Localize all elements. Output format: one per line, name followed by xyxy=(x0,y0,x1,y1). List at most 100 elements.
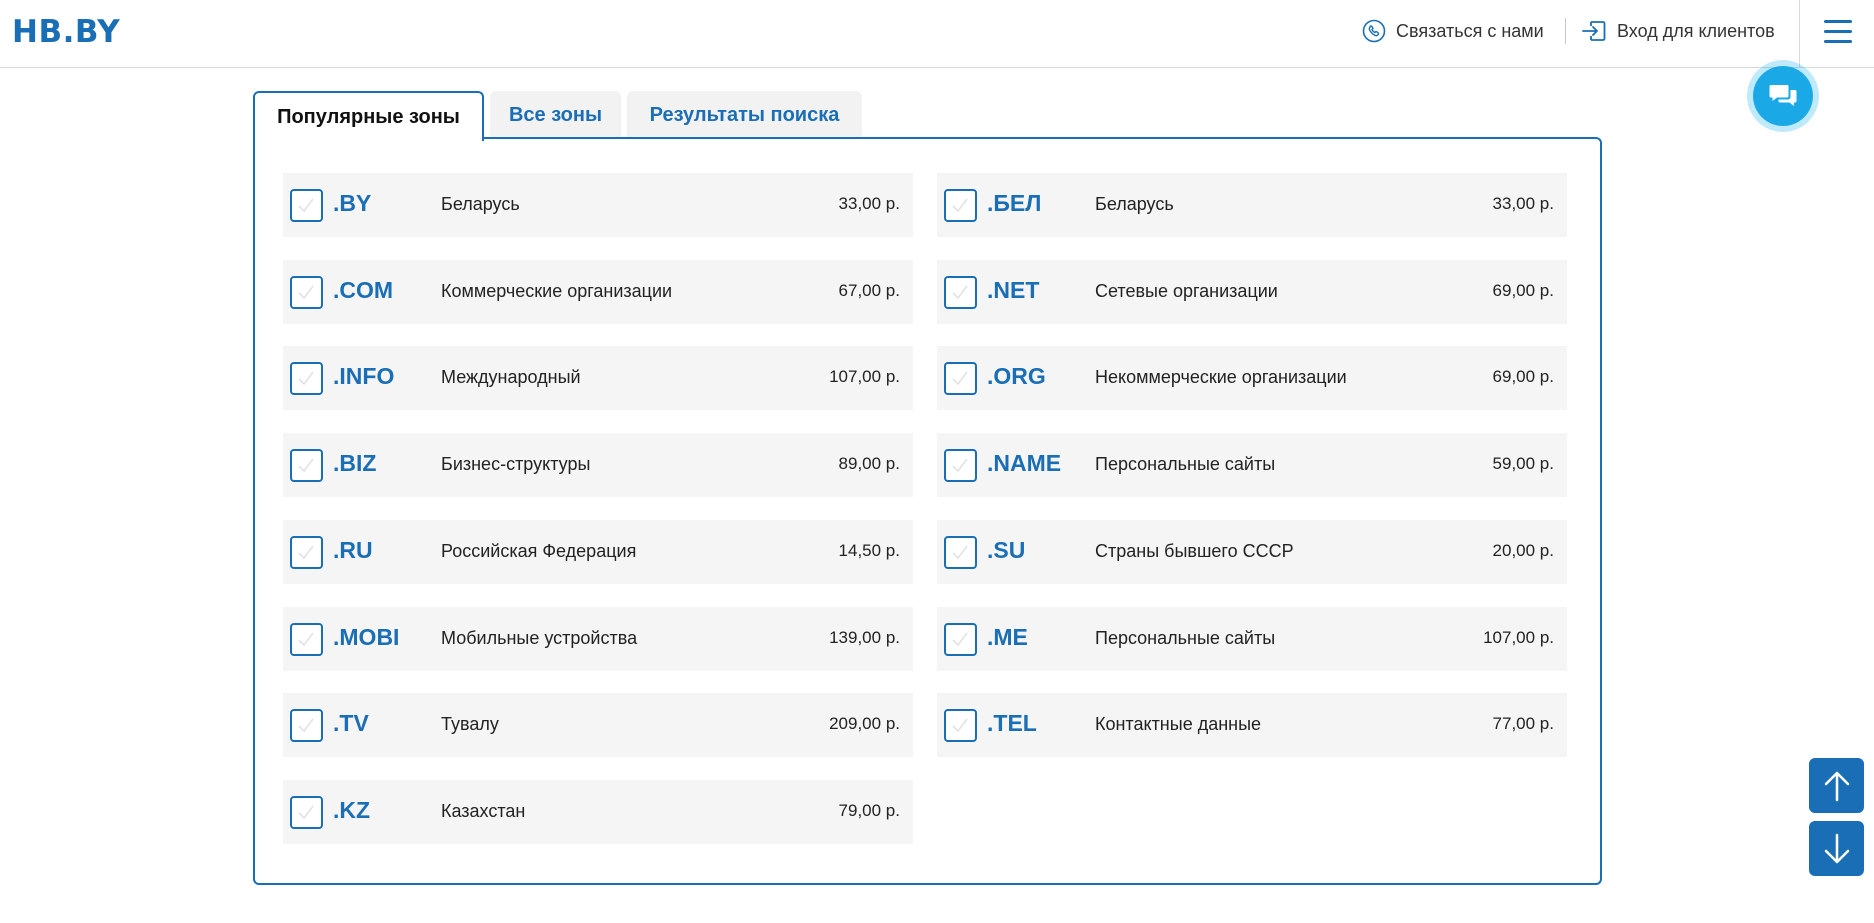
zone-row[interactable]: .BIZ Бизнес-структуры 89,00 р. xyxy=(283,433,913,497)
checkmark-icon xyxy=(952,285,968,300)
checkmark-icon xyxy=(952,545,968,560)
zone-row[interactable]: .RU Российская Федерация 14,50 р. xyxy=(283,520,913,584)
zone-checkbox[interactable] xyxy=(944,536,977,569)
zone-description: Сетевые организации xyxy=(1095,281,1278,301)
zone-checkbox[interactable] xyxy=(290,189,323,222)
chat-button[interactable] xyxy=(1747,60,1819,132)
zone-row[interactable]: .BY Беларусь 33,00 р. xyxy=(283,173,913,237)
checkmark-icon xyxy=(298,285,314,300)
zone-row[interactable]: .ME Персональные сайты 107,00 р. xyxy=(937,607,1567,671)
checkmark-icon xyxy=(298,718,314,733)
checkmark-icon xyxy=(952,198,968,213)
checkmark-icon xyxy=(952,458,968,473)
zone-description: Международный xyxy=(441,367,581,387)
zone-price: 77,00 р. xyxy=(1492,714,1554,733)
checkmark-icon xyxy=(298,198,314,213)
zone-description: Мобильные устройства xyxy=(441,628,638,648)
zone-price: 69,00 р. xyxy=(1492,367,1554,386)
zone-description: Бизнес-структуры xyxy=(441,454,591,474)
zone-description: Тувалу xyxy=(441,714,499,734)
zone-checkbox[interactable] xyxy=(944,189,977,222)
tab-search-results[interactable]: Результаты поиска xyxy=(627,91,862,139)
zone-description: Некоммерческие организации xyxy=(1095,367,1347,387)
zone-checkbox[interactable] xyxy=(290,362,323,395)
zone-description: Коммерческие организации xyxy=(441,281,673,301)
zone-checkbox[interactable] xyxy=(944,709,977,742)
zone-price: 69,00 р. xyxy=(1492,281,1554,300)
checkmark-icon xyxy=(298,371,314,386)
zone-price: 33,00 р. xyxy=(1492,194,1554,213)
zone-price: 67,00 р. xyxy=(838,281,900,300)
zone-price: 79,00 р. xyxy=(838,801,900,820)
checkmark-icon xyxy=(952,718,968,733)
scroll-down-button[interactable] xyxy=(1809,821,1864,876)
zone-price: 139,00 р. xyxy=(829,628,900,647)
zone-description: Персональные сайты xyxy=(1095,454,1276,474)
zone-price: 107,00 р. xyxy=(829,367,900,386)
header-divider xyxy=(1565,18,1566,44)
login-icon xyxy=(1582,21,1606,41)
site-header: HB.BY Связаться с нами Вход для клиентов xyxy=(0,0,1874,68)
zone-name: .BY xyxy=(333,190,372,216)
zone-row[interactable]: .БЕЛ Беларусь 33,00 р. xyxy=(937,173,1567,237)
zone-checkbox[interactable] xyxy=(944,362,977,395)
zone-checkbox[interactable] xyxy=(944,449,977,482)
zones-panel: .BY Беларусь 33,00 р. .БЕЛ Беларусь 33,00 р..… xyxy=(253,137,1602,885)
zone-name: .INFO xyxy=(333,363,395,389)
client-login-link[interactable]: Вход для клиентов xyxy=(1581,19,1775,43)
zone-checkbox[interactable] xyxy=(290,276,323,309)
zone-checkbox[interactable] xyxy=(944,276,977,309)
hamburger-menu-icon[interactable] xyxy=(1824,20,1852,44)
zone-row[interactable]: .COM Коммерческие организации 67,00 р. xyxy=(283,260,913,324)
zone-description: Персональные сайты xyxy=(1095,628,1276,648)
zone-name: .ORG xyxy=(987,363,1046,389)
zone-description: Казахстан xyxy=(441,801,526,821)
zone-price: 209,00 р. xyxy=(829,714,900,733)
zone-row[interactable]: .MOBI Мобильные устройства 139,00 р. xyxy=(283,607,913,671)
tab-label: Все зоны xyxy=(508,103,603,126)
contact-label: Связаться с нами xyxy=(1396,20,1544,41)
zone-row[interactable]: .NAME Персональные сайты 59,00 р. xyxy=(937,433,1567,497)
zone-checkbox[interactable] xyxy=(290,623,323,656)
tab-all-zones[interactable]: Все зоны xyxy=(490,91,621,139)
checkmark-icon xyxy=(298,632,314,647)
site-logo[interactable]: HB.BY xyxy=(12,14,120,50)
zone-row[interactable]: .SU Страны бывшего СССР 20,00 р. xyxy=(937,520,1567,584)
zone-name: .NET xyxy=(987,277,1040,303)
scroll-up-button[interactable] xyxy=(1809,758,1864,813)
zone-name: .MOBI xyxy=(333,624,400,650)
tab-popular-zones[interactable]: Популярные зоны xyxy=(253,91,484,141)
zone-name: .TEL xyxy=(987,710,1037,736)
contact-link[interactable]: Связаться с нами xyxy=(1362,19,1544,43)
zone-price: 107,00 р. xyxy=(1483,628,1554,647)
zone-row[interactable]: .INFO Международный 107,00 р. xyxy=(283,346,913,410)
checkmark-icon xyxy=(298,805,314,820)
zone-checkbox[interactable] xyxy=(290,449,323,482)
zone-checkbox[interactable] xyxy=(944,623,977,656)
checkmark-icon xyxy=(952,371,968,386)
zone-price: 14,50 р. xyxy=(838,541,900,560)
zone-price: 89,00 р. xyxy=(838,454,900,473)
zone-checkbox[interactable] xyxy=(290,709,323,742)
zone-name: .SU xyxy=(987,537,1026,563)
zone-price: 20,00 р. xyxy=(1492,541,1554,560)
zone-name: .KZ xyxy=(333,797,371,823)
checkmark-icon xyxy=(952,632,968,647)
checkmark-icon xyxy=(298,458,314,473)
zone-name: .TV xyxy=(333,710,369,736)
phone-icon xyxy=(1362,19,1386,43)
zone-row[interactable]: .KZ Казахстан 79,00 р. xyxy=(283,780,913,844)
zone-row[interactable]: .NET Сетевые организации 69,00 р. xyxy=(937,260,1567,324)
zone-row[interactable]: .ORG Некоммерческие организации 69,00 р. xyxy=(937,346,1567,410)
zone-price: 59,00 р. xyxy=(1492,454,1554,473)
zone-name: .БЕЛ xyxy=(987,190,1042,216)
login-label: Вход для клиентов xyxy=(1617,20,1775,41)
arrow-up-icon xyxy=(1824,771,1849,801)
zone-checkbox[interactable] xyxy=(290,796,323,829)
zone-checkbox[interactable] xyxy=(290,536,323,569)
arrow-down-icon xyxy=(1824,833,1849,863)
zone-row[interactable]: .TEL Контактные данные 77,00 р. xyxy=(937,693,1567,757)
zone-name: .RU xyxy=(333,537,373,563)
zone-row[interactable]: .TV Тувалу 209,00 р. xyxy=(283,693,913,757)
tab-label: Результаты поиска xyxy=(649,103,840,126)
